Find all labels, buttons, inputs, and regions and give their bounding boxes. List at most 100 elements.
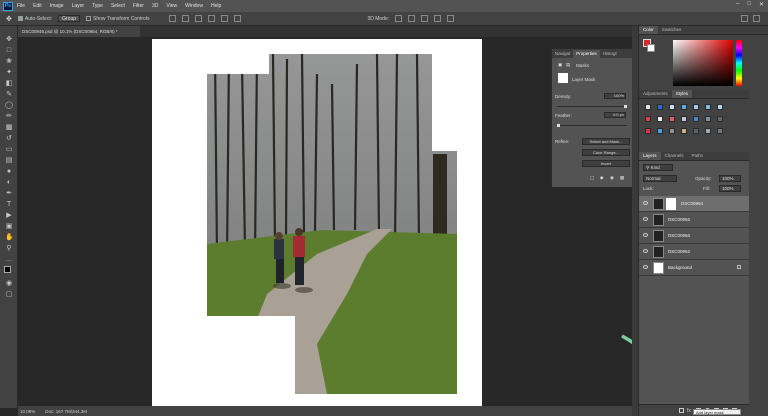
gradient-tool-icon[interactable]: ▤	[5, 157, 13, 165]
auto-select-checkbox[interactable]: Auto-Select:	[17, 16, 52, 22]
link-layers-icon[interactable]	[679, 408, 684, 413]
eyedropper-icon[interactable]: ✎	[5, 91, 13, 99]
eraser-tool-icon[interactable]: ▭	[5, 146, 13, 154]
foreground-color-swatch[interactable]	[4, 266, 11, 273]
tab-channels[interactable]: Channels	[661, 152, 688, 160]
workspace-icon[interactable]	[753, 15, 760, 22]
align-bottom-icon[interactable]	[195, 15, 203, 22]
screen-mode-icon[interactable]: ▢	[5, 291, 13, 299]
layer-row[interactable]: Background	[639, 260, 749, 276]
style-swatch[interactable]	[717, 104, 723, 110]
crop-tool-icon[interactable]: ◧	[5, 80, 13, 88]
tab-histogram[interactable]: Histogr	[600, 50, 620, 58]
hue-slider[interactable]	[736, 40, 742, 86]
disable-mask-icon[interactable]: ◉	[610, 175, 614, 181]
auto-select-dropdown[interactable]: Group	[58, 15, 81, 22]
select-and-mask-button[interactable]: Select and Mask...	[582, 138, 630, 145]
hand-tool-icon[interactable]: ✋	[5, 234, 14, 242]
style-swatch[interactable]	[705, 104, 711, 110]
visibility-eye-icon[interactable]	[643, 201, 648, 205]
canvas-area[interactable]	[18, 37, 632, 406]
layer-filter-dropdown[interactable]: ⚲ Kind	[643, 164, 673, 171]
visibility-eye-icon[interactable]	[643, 265, 648, 269]
visibility-eye-icon[interactable]	[643, 249, 648, 253]
density-field[interactable]: 100%	[604, 93, 626, 99]
style-swatch[interactable]	[705, 128, 711, 134]
color-field[interactable]	[673, 40, 733, 86]
align-top-icon[interactable]	[169, 15, 177, 22]
type-tool-icon[interactable]: T	[5, 201, 13, 209]
invert-button[interactable]: Invert	[582, 160, 630, 167]
quick-mask-icon[interactable]: ◉	[5, 280, 13, 288]
3d-pan-icon[interactable]	[421, 15, 429, 22]
document-tab[interactable]: DSC00946.psd @ 10.1% (DSC00954, RGB/8) *	[18, 26, 140, 37]
menu-file[interactable]: File	[17, 3, 25, 9]
fx-icon[interactable]: fx	[687, 408, 691, 414]
layer-mask-thumbnail[interactable]	[666, 198, 676, 210]
close-icon[interactable]: ✕	[759, 1, 764, 8]
menu-help[interactable]: Help	[211, 3, 221, 9]
color-range-button[interactable]: Color Range...	[582, 149, 630, 156]
style-swatch[interactable]	[681, 128, 687, 134]
style-swatch[interactable]	[717, 128, 723, 134]
style-swatch[interactable]	[669, 116, 675, 122]
style-swatch[interactable]	[693, 104, 699, 110]
3d-orbit-icon[interactable]	[395, 15, 403, 22]
load-selection-icon[interactable]: ▢	[590, 175, 594, 181]
brush-tool-icon[interactable]: ✏	[5, 113, 13, 121]
shape-tool-icon[interactable]: ▣	[5, 223, 13, 231]
more-tools-icon[interactable]: …	[5, 256, 13, 264]
layer-row[interactable]: DSC00952	[639, 244, 749, 260]
vector-mask-icon[interactable]: ▤	[566, 62, 570, 68]
blur-tool-icon[interactable]: ●	[5, 168, 13, 176]
clone-stamp-icon[interactable]: ▩	[5, 124, 13, 132]
style-swatch[interactable]	[681, 116, 687, 122]
lock-icon[interactable]	[737, 265, 741, 269]
style-swatch[interactable]	[693, 116, 699, 122]
background-color-chip[interactable]	[647, 44, 655, 52]
pixel-mask-icon[interactable]: ▣	[558, 62, 562, 68]
move-tool-icon[interactable]: ✥	[6, 15, 12, 23]
minimize-icon[interactable]: –	[736, 1, 739, 8]
menu-view[interactable]: View	[166, 3, 177, 9]
menu-image[interactable]: Image	[50, 3, 64, 9]
style-swatch[interactable]	[657, 116, 663, 122]
style-swatch[interactable]	[657, 104, 663, 110]
density-slider[interactable]	[557, 105, 627, 108]
3d-roll-icon[interactable]	[408, 15, 416, 22]
opacity-field[interactable]: 100%	[719, 175, 741, 182]
tab-adjustments[interactable]: Adjustments	[639, 90, 672, 98]
move-tool-icon[interactable]: ✥	[5, 36, 13, 44]
fill-field[interactable]: 100%	[719, 185, 741, 192]
density-knob[interactable]	[624, 105, 627, 108]
style-swatch[interactable]	[645, 104, 651, 110]
search-icon[interactable]	[741, 15, 748, 22]
feather-slider[interactable]	[557, 124, 627, 127]
3d-scale-icon[interactable]	[447, 15, 455, 22]
menu-type[interactable]: Type	[92, 3, 103, 9]
style-swatch[interactable]	[693, 128, 699, 134]
layer-row[interactable]: DSC00954	[639, 196, 749, 212]
align-left-icon[interactable]	[208, 15, 216, 22]
maximize-icon[interactable]: □	[747, 1, 751, 8]
menu-filter[interactable]: Filter	[133, 3, 144, 9]
marquee-tool-icon[interactable]: □	[5, 47, 13, 55]
menu-window[interactable]: Window	[185, 3, 203, 9]
zoom-tool-icon[interactable]: ⚲	[5, 245, 13, 253]
tab-color[interactable]: Color	[639, 26, 658, 34]
style-swatch[interactable]	[717, 116, 723, 122]
tab-layers[interactable]: Layers	[639, 152, 661, 160]
layer-row[interactable]: DSC00956	[639, 228, 749, 244]
style-swatch[interactable]	[645, 128, 651, 134]
menu-3d[interactable]: 3D	[152, 3, 158, 9]
doc-size[interactable]: Doc: 167.7M/344.3M	[45, 409, 87, 414]
tab-properties[interactable]: Properties	[573, 50, 600, 58]
align-right-icon[interactable]	[234, 15, 242, 22]
style-swatch[interactable]	[681, 104, 687, 110]
tab-swatches[interactable]: Swatches	[658, 26, 686, 34]
delete-mask-icon[interactable]: ▩	[620, 175, 624, 181]
blend-mode-dropdown[interactable]: Normal	[643, 175, 677, 182]
tab-paths[interactable]: Paths	[688, 152, 708, 160]
path-selection-icon[interactable]: ▶	[5, 212, 13, 220]
3d-slide-icon[interactable]	[434, 15, 442, 22]
